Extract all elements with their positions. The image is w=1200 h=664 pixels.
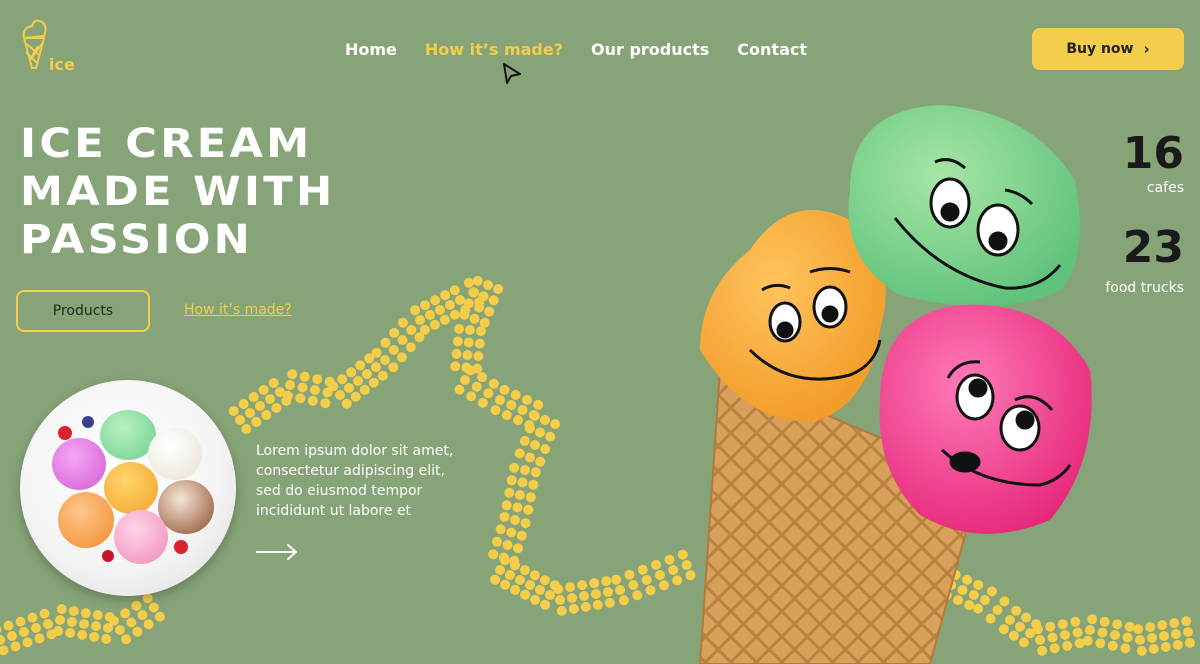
stat-food-trucks-value: 23	[1122, 222, 1184, 273]
headline-line-1: ICE CREAM	[20, 121, 313, 167]
ice-cream-cone-illustration	[698, 105, 1092, 664]
description-line: Lorem ipsum dolor sit amet,	[256, 443, 454, 459]
headline-line-2: MADE WITH	[20, 169, 336, 215]
mouse-cursor-icon	[503, 63, 521, 84]
nav-item-contact[interactable]: Contact	[737, 40, 807, 59]
buy-now-button[interactable]: Buy now ›	[1032, 28, 1184, 70]
hero-headline: ICE CREAM MADE WITH PASSION	[20, 120, 335, 264]
ice-cream-plate-image	[20, 380, 236, 596]
description-line: incididunt ut labore et	[256, 503, 412, 519]
ice-cream-logo-icon[interactable]: ice	[18, 16, 78, 74]
nav-item-how-its-made[interactable]: How it’s made?	[425, 40, 563, 59]
chevron-right-icon: ›	[1143, 40, 1150, 58]
how-its-made-link[interactable]: How it’s made?	[184, 302, 292, 318]
nav-item-home[interactable]: Home	[345, 40, 397, 59]
headline-line-3: PASSION	[20, 217, 254, 263]
description-line: sed do eiusmod tempor	[256, 483, 423, 499]
stat-food-trucks-label: food trucks	[1105, 280, 1184, 296]
stat-cafes-label: cafes	[1146, 180, 1184, 196]
nav-item-our-products[interactable]: Our products	[591, 40, 709, 59]
arrow-right-icon[interactable]	[256, 542, 300, 562]
main-nav: Home How it’s made? Our products Contact	[345, 40, 807, 59]
hero-description: Lorem ipsum dolor sit amet, consectetur …	[256, 441, 476, 521]
description-line: consectetur adipiscing elit,	[256, 463, 445, 479]
stat-cafes-value: 16	[1122, 128, 1184, 179]
buy-now-label: Buy now	[1066, 41, 1134, 57]
products-button[interactable]: Products	[16, 290, 150, 332]
logo-text: ice	[49, 55, 75, 74]
